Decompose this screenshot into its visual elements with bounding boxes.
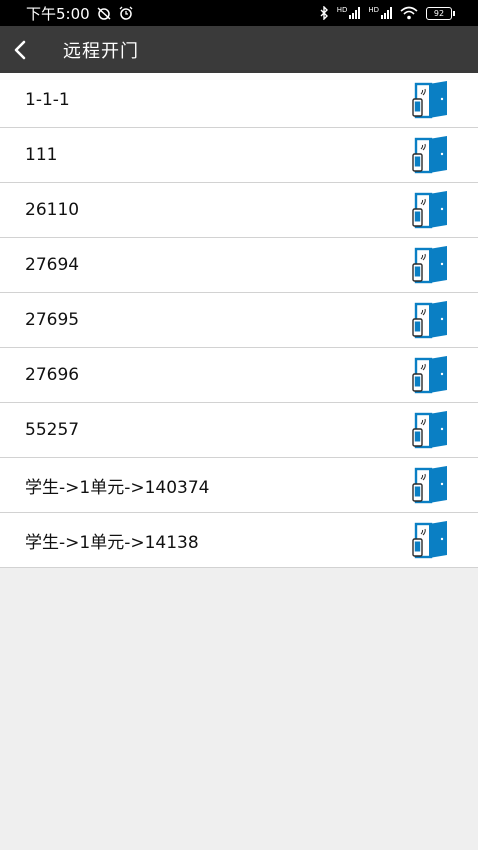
door-name: 27695: [25, 310, 80, 330]
door-name: 27696: [25, 365, 80, 385]
remote-door-open-icon[interactable]: [412, 411, 450, 449]
chevron-left-icon: [14, 40, 26, 59]
app-bar: 远程开门: [0, 26, 478, 73]
status-right: HD HD 92: [319, 6, 455, 20]
signal-icon: [381, 7, 392, 19]
door-list-item[interactable]: 55257: [0, 403, 478, 458]
remote-door-open-icon[interactable]: [412, 301, 450, 339]
door-list-item[interactable]: 27696: [0, 348, 478, 403]
door-list-item[interactable]: 27695: [0, 293, 478, 348]
battery-indicator: 92: [426, 6, 455, 20]
door-name: 26110: [25, 200, 80, 220]
signal-2: HD: [368, 7, 392, 19]
remote-door-open-icon[interactable]: [412, 246, 450, 284]
remote-door-open-icon[interactable]: [412, 356, 450, 394]
remote-door-open-icon[interactable]: [412, 466, 450, 504]
door-name: 学生->1单元->140374: [25, 477, 210, 498]
status-bar: 下午5:00 HD HD 92: [0, 0, 478, 26]
status-time: 下午5:00: [26, 4, 90, 23]
door-list-item[interactable]: 学生->1单元->14138: [0, 513, 478, 568]
wifi-icon: [400, 6, 418, 20]
door-list-item[interactable]: 111: [0, 128, 478, 183]
door-name: 1-1-1: [25, 90, 70, 110]
alarm-off-icon: [97, 7, 111, 20]
door-list: 1-1-1 111 26110 27694 27695 27696 55257 …: [0, 73, 478, 568]
door-name: 55257: [25, 420, 80, 440]
door-list-item[interactable]: 26110: [0, 183, 478, 238]
page-title: 远程开门: [63, 40, 139, 62]
signal-1: HD: [337, 7, 361, 19]
alarm-clock-icon: [119, 6, 133, 20]
remote-door-open-icon[interactable]: [412, 191, 450, 229]
door-name: 111: [25, 145, 58, 165]
remote-door-open-icon[interactable]: [412, 521, 450, 559]
remote-door-open-icon[interactable]: [412, 136, 450, 174]
door-name: 学生->1单元->14138: [25, 532, 199, 553]
status-left: 下午5:00: [26, 3, 134, 24]
door-name: 27694: [25, 255, 80, 275]
back-button[interactable]: [0, 26, 40, 73]
remote-door-open-icon[interactable]: [412, 81, 450, 119]
door-list-item[interactable]: 27694: [0, 238, 478, 293]
door-list-item[interactable]: 1-1-1: [0, 73, 478, 128]
bluetooth-icon: [320, 6, 328, 20]
signal-icon: [349, 7, 361, 19]
hd-label-1: HD: [336, 6, 348, 14]
door-list-item[interactable]: 学生->1单元->140374: [0, 458, 478, 513]
hd-label-2: HD: [368, 6, 379, 14]
